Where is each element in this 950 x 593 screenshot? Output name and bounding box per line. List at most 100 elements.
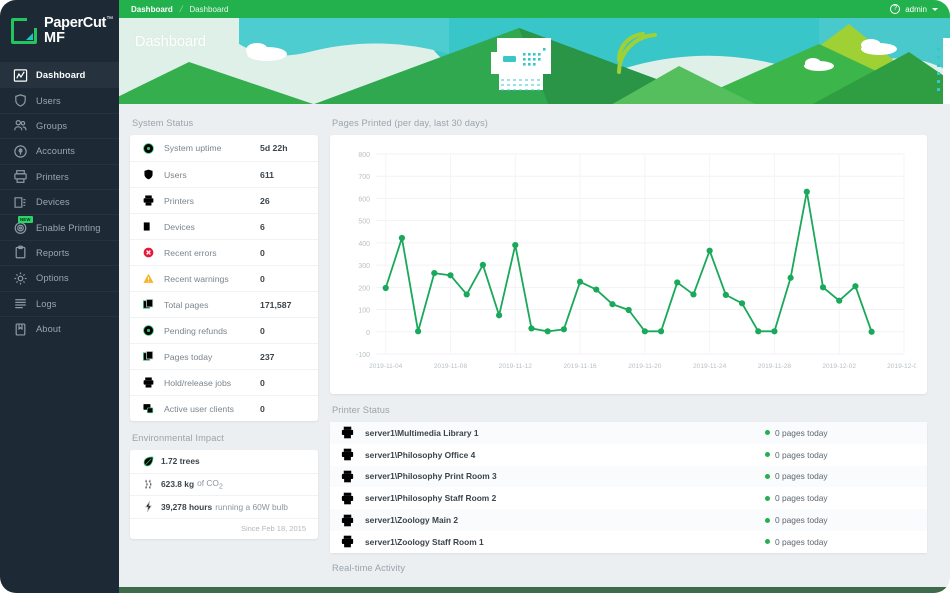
gear-icon [13,271,28,286]
system-status-title: System Status [132,118,194,128]
svg-text:2019-11-04: 2019-11-04 [369,363,403,370]
system-status-row: Hold/release jobs 0 [130,369,318,395]
bolt-icon [142,500,155,513]
sidebar-item-dashboard[interactable]: Dashboard [0,62,119,88]
printer-status-row[interactable]: server1\Zoology Main 2 0 pages today [330,509,927,531]
status-dot-icon [765,430,770,436]
status-dot-icon [765,517,770,523]
svg-text:2019-12-02: 2019-12-02 [822,363,856,370]
user-shield-icon [13,93,28,108]
system-status-value: 5d 22h [260,143,288,153]
svg-text:2019-11-28: 2019-11-28 [758,363,792,370]
clients-icon [142,402,155,415]
printer-status-row[interactable]: server1\Philosophy Office 4 0 pages today [330,443,927,466]
system-status-label: Pending refunds [164,325,228,336]
sidebar-item-label: Accounts [36,146,76,157]
papercut-dashboard-window: PaperCut™ MF Dashboard Users Groups Account… [0,0,950,593]
printer-status-text: 0 pages today [775,515,828,526]
sidebar-item-label: Enable Printing [36,222,101,233]
hero-banner: Dashboard [119,18,950,106]
user-menu[interactable]: ? admin [890,4,950,14]
printer-status-text: 0 pages today [775,449,828,460]
realtime-activity-title: Real-time Activity [332,562,406,573]
leaf-icon [142,455,155,468]
system-status-value: 237 [260,351,275,362]
sidebar-item-printers[interactable]: Printers [0,163,119,189]
environmental-impact-row: 623.8 kg of CO2 [130,472,318,496]
clipboard-icon [13,245,28,260]
user-menu-label: admin [905,4,927,14]
system-status-row: Recent warnings 0 [130,265,318,291]
system-status-card: System uptime 5d 22h Users 611 Printers 26 Dev… [130,135,318,421]
sidebar-item-devices[interactable]: Devices [0,188,119,214]
system-status-value: 0 [260,403,265,414]
printer-status-row[interactable]: server1\Multimedia Library 1 0 pages toda… [330,422,927,444]
system-status-value: 0 [260,247,265,258]
env-suffix: running a 60W bulb [215,501,288,512]
sidebar-item-reports[interactable]: Reports [0,239,119,265]
pages-icon [142,350,155,363]
svg-text:2019-11-08: 2019-11-08 [434,363,468,370]
pages-icon [142,298,155,311]
pages-printed-line-chart: 800 700 600 500 400 300 200 100 0 -100 2019-11-04 2… [356,152,916,370]
device-icon [142,220,155,233]
system-status-label: Active user clients [164,403,235,414]
chart-line-icon [13,68,28,83]
sidebar-item-logs[interactable]: Logs [0,290,119,316]
printer-status-row[interactable]: server1\Zoology Staff Room 1 0 pages toda… [330,530,927,553]
breadcrumb-item-1[interactable]: Dashboard [189,5,228,14]
sidebar-item-label: Users [36,95,61,106]
sidebar-item-groups[interactable]: Groups [0,112,119,138]
sidebar-item-options[interactable]: Options [0,265,119,290]
printer-status-row[interactable]: server1\Philosophy Staff Room 2 0 pages t… [330,487,927,510]
sidebar-item-accounts[interactable]: Accounts [0,138,119,163]
printer-icon [340,513,355,528]
system-status-label: Devices [164,221,195,232]
main-content: System Status System uptime 5d 22h Users 61… [119,106,950,593]
system-status-label: Hold/release jobs [164,377,232,388]
user-shield-icon [142,168,155,181]
page-title: Dashboard [135,34,206,50]
system-status-row: Total pages 171,587 [130,291,318,317]
sidebar-item-label: Devices [36,197,70,208]
sidebar-item-label: Logs [36,298,57,309]
svg-text:300: 300 [358,263,370,270]
system-status-row: Active user clients 0 [130,395,318,421]
environmental-impact-row: 39,278 hours running a 60W bulb [130,495,318,518]
app-logo[interactable]: PaperCut™ MF [0,0,119,62]
env-value: 623.8 kg [161,479,195,490]
printer-status-row[interactable]: server1\Philosophy Print Room 3 0 pages t… [330,465,927,488]
breadcrumb-separator-icon: / [178,4,184,14]
warning-icon [142,272,155,285]
environmental-impact-card: 1.72 trees 623.8 kg of CO2 39,278 hours runn… [130,450,318,539]
sidebar-nav: Dashboard Users Groups Accounts Printers Devi… [0,62,119,341]
sidebar-item-about[interactable]: About [0,315,119,341]
logo-name: PaperCut [44,14,107,31]
refund-icon [142,324,155,337]
pages-printed-chart-card: 800 700 600 500 400 300 200 100 0 -100 2019-11-04 2… [330,135,927,394]
svg-text:2019-11-12: 2019-11-12 [499,363,533,370]
printer-name: server1\Zoology Staff Room 1 [365,536,484,547]
sidebar-item-label: Dashboard [36,70,86,81]
system-status-row: Printers 26 [130,187,318,213]
printer-icon [340,469,355,484]
printer-name: server1\Philosophy Print Room 3 [365,471,497,482]
env-suffix: of CO2 [197,477,223,491]
system-status-row: Users 611 [130,161,318,187]
printer-status-card: server1\Multimedia Library 1 0 pages toda… [330,422,927,553]
system-status-value: 0 [260,273,265,284]
environmental-impact-title: Environmental Impact [132,433,224,443]
printer-icon [340,491,355,506]
system-status-label: Pages today [164,351,213,362]
question-circle-icon[interactable]: ? [890,4,901,14]
printer-name: server1\Multimedia Library 1 [365,427,479,438]
environmental-impact-row: 1.72 trees [130,450,318,473]
sidebar-item-enable-printing[interactable]: NEW Enable Printing [0,214,119,239]
breadcrumb-item-0[interactable]: Dashboard [131,5,173,14]
system-status-label: Users [164,169,187,180]
system-status-row: Pages today 237 [130,343,318,369]
printer-status: 0 pages today [765,537,917,547]
svg-text:500: 500 [358,219,370,226]
svg-text:600: 600 [358,196,370,203]
sidebar-item-users[interactable]: Users [0,87,119,112]
